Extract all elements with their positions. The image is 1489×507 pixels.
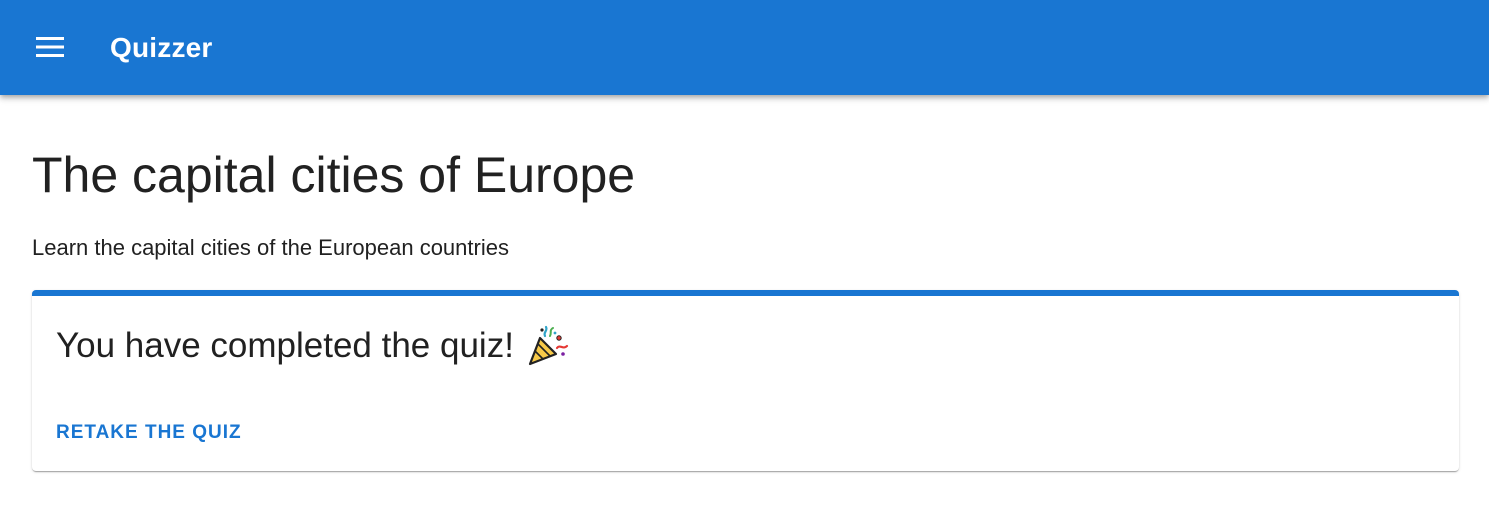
app-bar: Quizzer <box>0 0 1489 95</box>
party-popper-icon <box>526 324 570 368</box>
page-title: The capital cities of Europe <box>32 147 636 203</box>
page-subtitle: Learn the capital cities of the European… <box>32 235 509 260</box>
retake-quiz-button[interactable]: RETAKE THE QUIZ <box>44 413 254 453</box>
completion-message-text: You have completed the quiz! <box>56 326 514 365</box>
completion-message: You have completed the quiz! <box>56 324 570 368</box>
quiz-result-card: You have completed the quiz! RETAKE THE … <box>32 290 1459 471</box>
app-title: Quizzer <box>110 32 213 63</box>
menu-icon <box>36 37 64 57</box>
menu-button[interactable] <box>22 23 78 71</box>
